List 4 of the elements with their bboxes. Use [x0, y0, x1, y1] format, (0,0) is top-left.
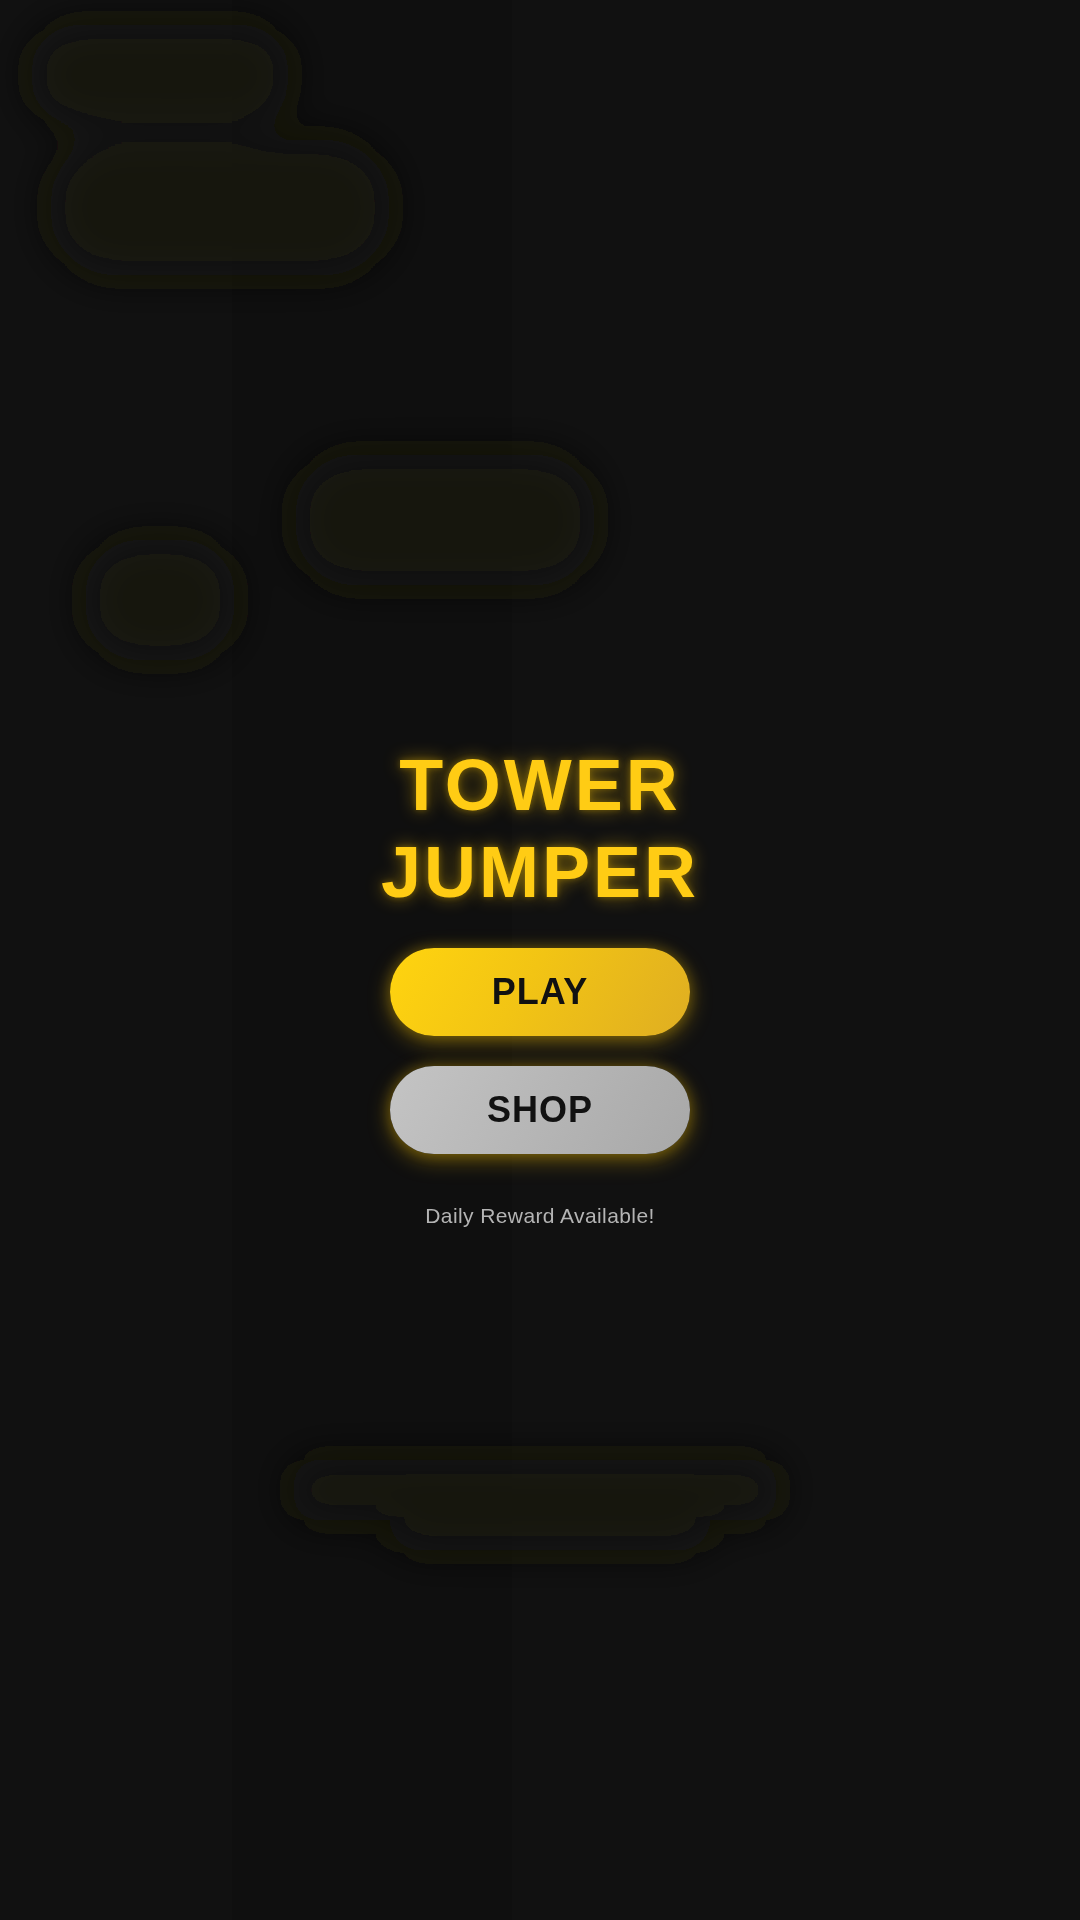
- play-button[interactable]: PLAY: [390, 948, 690, 1036]
- game-title: TOWER JUMPER: [379, 744, 701, 914]
- shop-button[interactable]: SHOP: [390, 1066, 690, 1154]
- daily-reward-notice: Daily Reward Available!: [425, 1204, 655, 1228]
